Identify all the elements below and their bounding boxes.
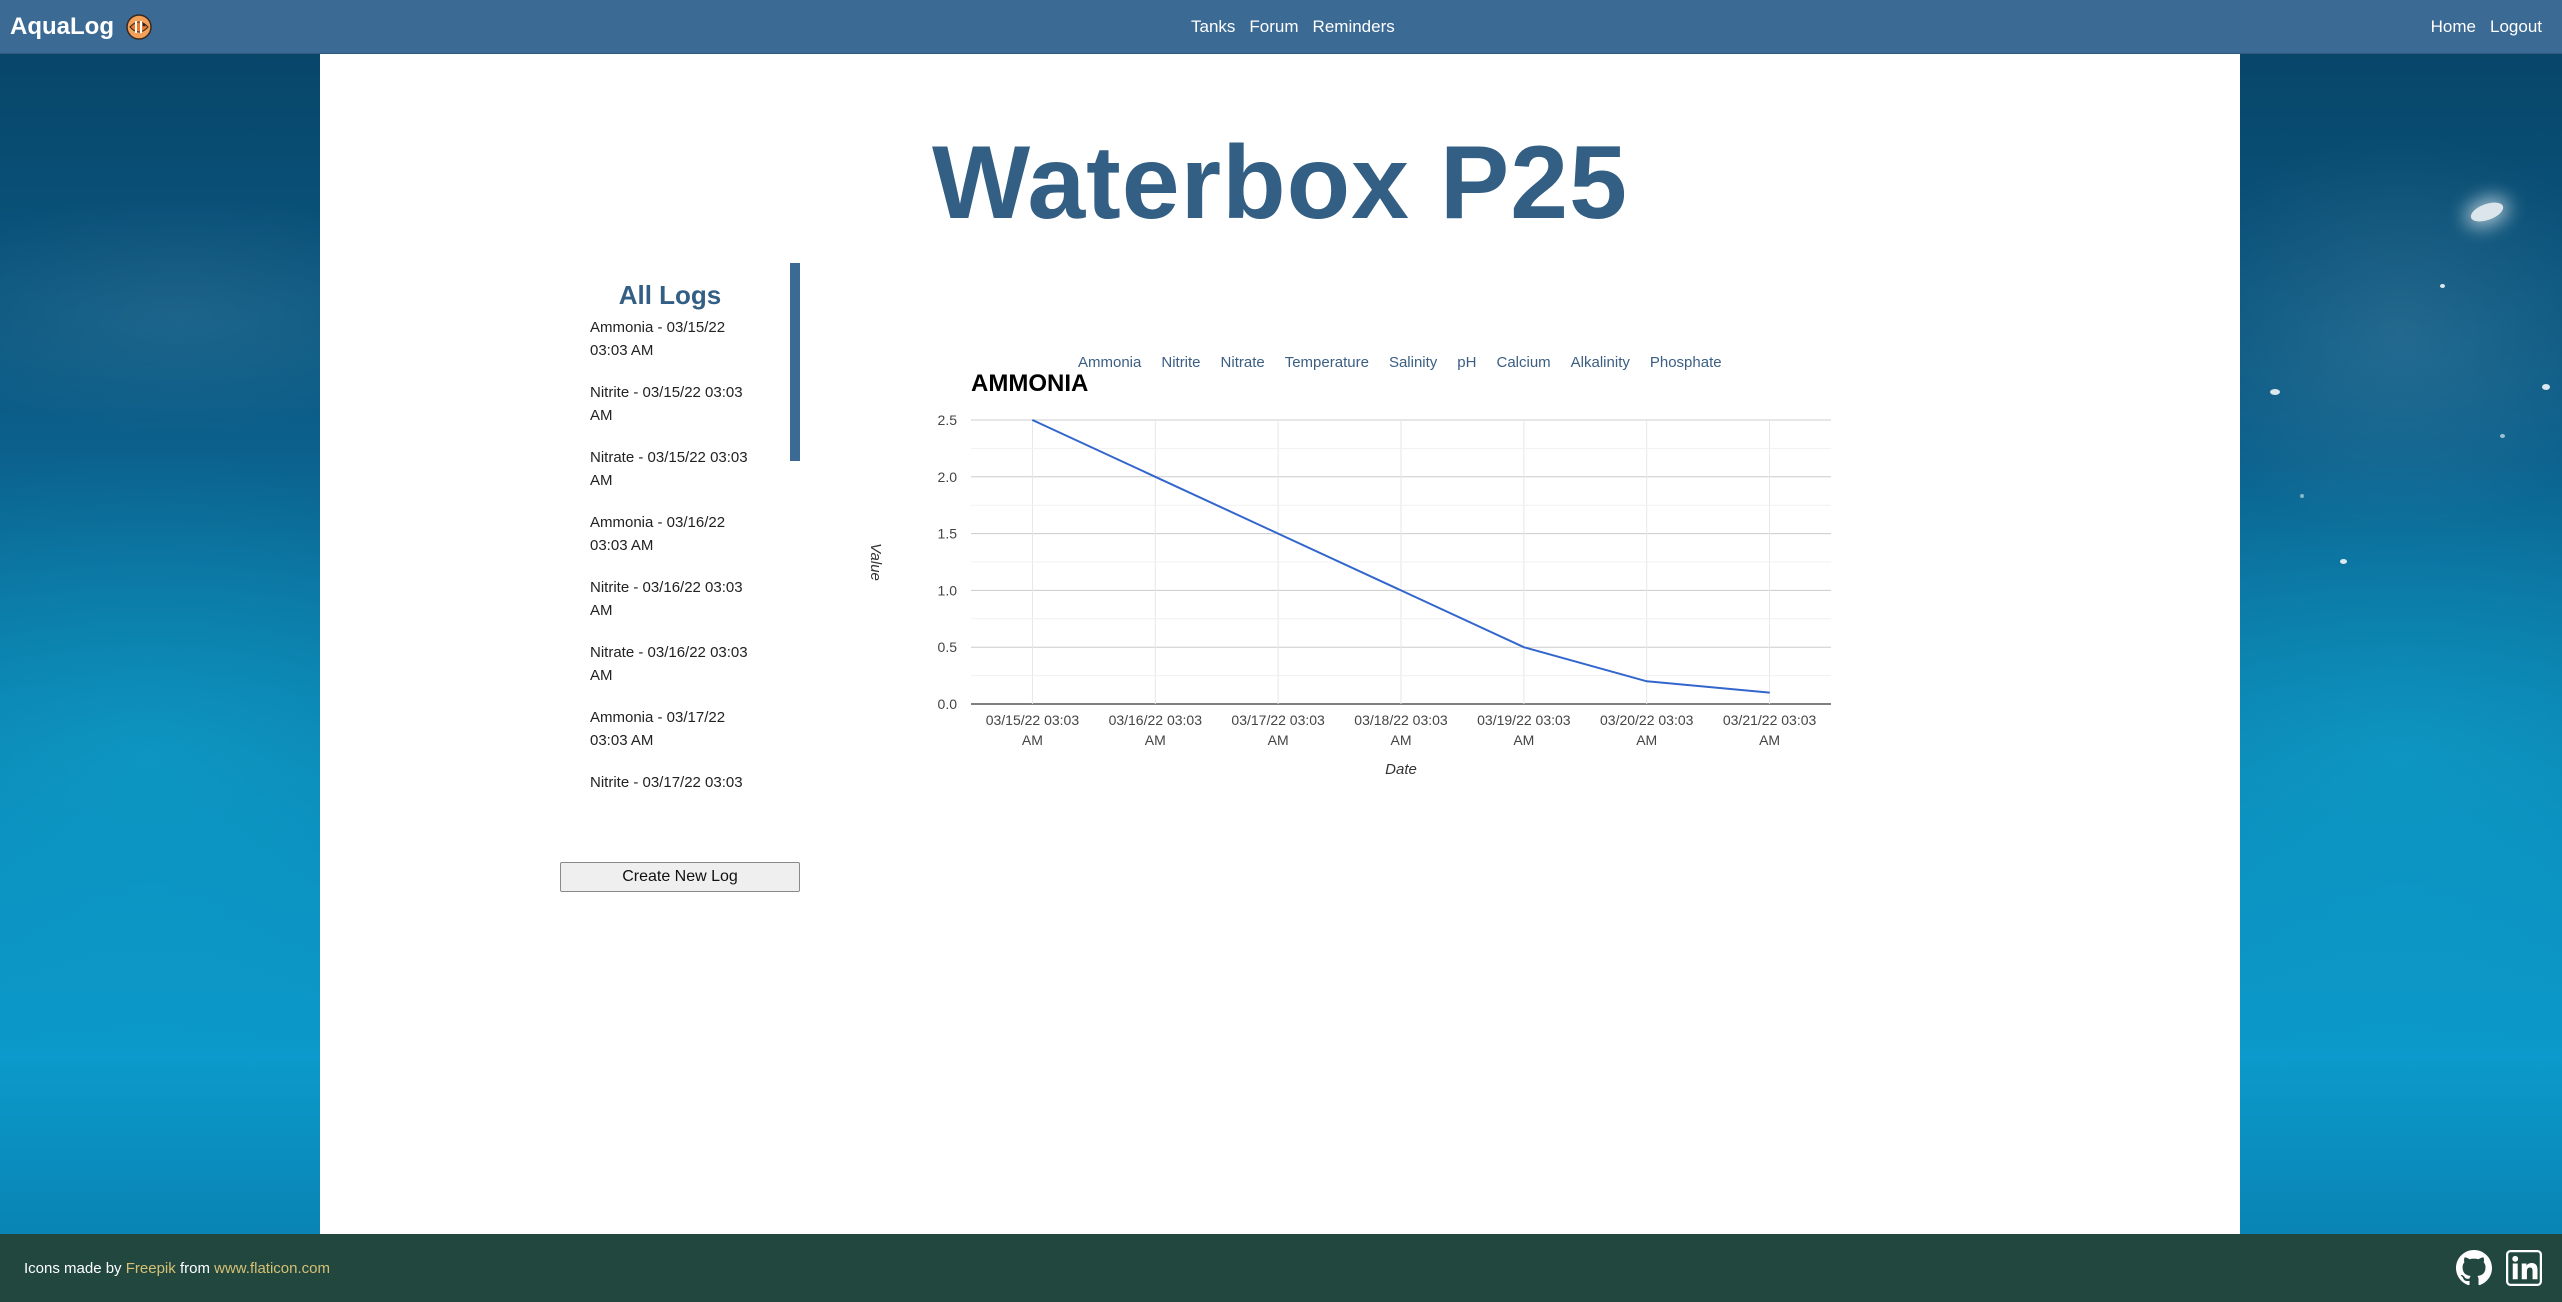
data-point [1400,589,1402,591]
footer-attribution: Icons made by Freepik from www.flaticon.… [24,1260,330,1277]
y-tick-label: 1.5 [938,526,958,542]
data-point [1031,419,1033,421]
footer-social-icons [2456,1250,2542,1286]
log-item[interactable]: Nitrite - 03/15/22 03:03 AM [590,381,750,427]
data-point [1277,533,1279,535]
tab-nitrite[interactable]: Nitrite [1161,354,1200,371]
y-tick-label: 0.5 [938,639,958,655]
data-point [1646,680,1648,682]
tab-ammonia[interactable]: Ammonia [1078,354,1141,371]
y-axis-label: Value [867,543,884,581]
y-tick-label: 0.0 [938,696,958,712]
create-new-log-button[interactable]: Create New Log [560,862,800,892]
y-tick-label: 1.0 [938,582,958,598]
brand-logo-text[interactable]: AquaLog [10,13,114,41]
footer: Icons made by Freepik from www.flaticon.… [0,1234,2562,1302]
nav-link-forum[interactable]: Forum [1249,17,1298,37]
ammonia-line-chart: 0.0 0.5 1.0 1.5 2.0 2.5 03/15/22 03:03 AM 03/16/… [867,412,1831,778]
footer-prefix: Icons made by [24,1260,122,1277]
x-tick-label: 03/18/22 03:03 [1354,712,1448,728]
y-tick-label: 2.5 [938,412,958,428]
log-item[interactable]: Ammonia - 03/16/22 03:03 AM [590,511,750,557]
nav-link-tanks[interactable]: Tanks [1191,17,1235,37]
top-navbar: AquaLog Tanks Forum Reminders Home Logou… [0,0,2562,54]
logs-scrollbar[interactable] [790,263,800,461]
main-panel: Waterbox P25 All Logs Ammonia - 03/15/22… [320,54,2240,1234]
clownfish-icon [126,14,152,40]
x-tick-label: 03/15/22 03:03 [986,712,1080,728]
log-item[interactable]: Nitrite - 03/16/22 03:03 AM [590,576,750,622]
x-axis-label: Date [1385,761,1417,778]
linkedin-icon[interactable] [2506,1250,2542,1286]
tab-salinity[interactable]: Salinity [1389,354,1437,371]
y-tick-label: 2.0 [938,469,958,485]
x-tick-label: AM [1391,732,1412,748]
logs-list[interactable]: Ammonia - 03/15/22 03:03 AM Nitrite - 03… [560,316,790,796]
nav-link-home[interactable]: Home [2431,17,2476,37]
logs-title: All Logs [618,280,722,310]
footer-link-flaticon[interactable]: www.flaticon.com [214,1260,330,1277]
log-item[interactable]: Nitrate - 03/15/22 03:03 AM [590,446,750,492]
nav-center-links: Tanks Forum Reminders [1191,17,1409,37]
x-tick-label: AM [1759,732,1780,748]
footer-middle: from [179,1260,210,1277]
x-tick-label: AM [1145,732,1166,748]
tab-calcium[interactable]: Calcium [1496,354,1550,371]
data-point [1769,692,1771,694]
data-point [1154,476,1156,478]
x-tick-label: AM [1022,732,1043,748]
footer-link-freepik[interactable]: Freepik [126,1260,176,1277]
nav-link-logout[interactable]: Logout [2490,17,2542,37]
x-tick-label: AM [1513,732,1534,748]
x-tick-label: 03/20/22 03:03 [1600,712,1694,728]
nav-right-links: Home Logout [2431,17,2542,37]
tab-phosphate[interactable]: Phosphate [1650,354,1722,371]
tab-alkalinity[interactable]: Alkalinity [1571,354,1630,371]
x-tick-label: 03/21/22 03:03 [1723,712,1817,728]
x-tick-label: 03/16/22 03:03 [1109,712,1203,728]
parameter-tabs: Ammonia Nitrite Nitrate Temperature Sali… [1078,354,1742,371]
data-point [1523,646,1525,648]
page-title: Waterbox P25 [932,125,1628,241]
log-item[interactable]: Ammonia - 03/17/22 03:03 AM [590,706,750,752]
tab-nitrate[interactable]: Nitrate [1221,354,1265,371]
log-item[interactable]: Nitrate - 03/16/22 03:03 AM [590,641,750,687]
tab-ph[interactable]: pH [1457,354,1476,371]
x-tick-label: AM [1636,732,1657,748]
x-tick-label: 03/17/22 03:03 [1231,712,1325,728]
log-item[interactable]: Nitrite - 03/17/22 03:03 [590,771,790,794]
chart-title: AMMONIA [971,370,1089,397]
nav-link-reminders[interactable]: Reminders [1313,17,1395,37]
x-tick-label: AM [1268,732,1289,748]
github-icon[interactable] [2456,1250,2492,1286]
x-tick-label: 03/19/22 03:03 [1477,712,1571,728]
tab-temperature[interactable]: Temperature [1285,354,1369,371]
log-item[interactable]: Ammonia - 03/15/22 03:03 AM [590,316,750,362]
